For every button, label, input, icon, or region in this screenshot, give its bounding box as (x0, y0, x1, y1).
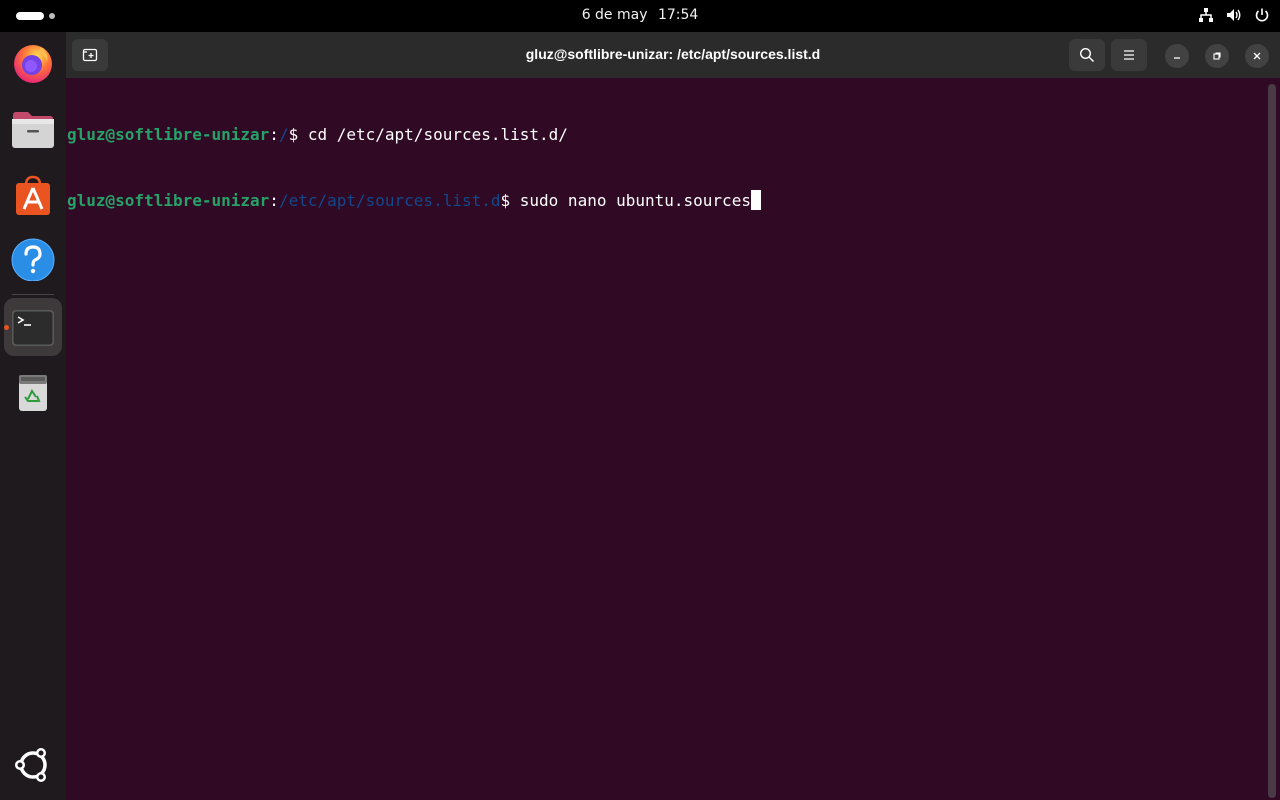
search-icon (1079, 47, 1095, 63)
prompt-symbol: $ (500, 191, 520, 210)
minimize-button[interactable] (1165, 44, 1189, 68)
prompt-path: /etc/apt/sources.list.d (278, 191, 501, 210)
firefox-icon (14, 45, 52, 83)
dock-app-center[interactable] (4, 166, 62, 224)
search-button[interactable] (1069, 39, 1105, 71)
maximize-button[interactable] (1205, 44, 1229, 68)
show-apps-button[interactable] (4, 736, 62, 794)
prompt-path: / (278, 125, 289, 144)
command-input[interactable]: sudo nano ubuntu.sources (520, 191, 751, 210)
menu-button[interactable] (1111, 39, 1147, 71)
prompt-separator: : (269, 191, 279, 210)
app-center-icon (16, 175, 50, 215)
help-icon (11, 238, 55, 281)
top-bar: 6 de may 17:54 (0, 0, 1280, 32)
close-icon (1253, 52, 1261, 60)
terminal-line: gluz@softlibre-unizar:/$ cd /etc/apt/sou… (67, 124, 1267, 146)
system-tray[interactable] (1198, 7, 1270, 23)
ubuntu-logo-icon (15, 748, 47, 782)
dock (0, 32, 66, 800)
text-cursor (750, 190, 761, 210)
minimize-icon (1174, 57, 1180, 59)
power-icon (1255, 8, 1269, 22)
clock-time: 17:54 (657, 7, 699, 23)
dock-firefox[interactable] (4, 34, 62, 92)
terminal-line: gluz@softlibre-unizar:/etc/apt/sources.l… (67, 190, 1267, 212)
terminal-scrollbar[interactable] (1268, 84, 1276, 798)
terminal-icon (12, 310, 54, 346)
close-button[interactable] (1245, 44, 1269, 68)
terminal-window[interactable]: gluz@softlibre-unizar: /etc/apt/sources.… (66, 32, 1280, 800)
files-icon (12, 112, 54, 148)
prompt-separator: : (269, 125, 279, 144)
dock-separator (12, 294, 54, 295)
restore-icon (1213, 52, 1221, 60)
running-indicator (4, 325, 9, 330)
dock-help[interactable] (4, 230, 62, 288)
prompt-user: gluz@softlibre-unizar (67, 191, 270, 210)
clock-date: 6 de may (581, 7, 648, 23)
prompt-symbol: $ (288, 125, 308, 144)
dock-files[interactable] (4, 100, 62, 158)
volume-icon (1227, 9, 1241, 21)
command-text: cd /etc/apt/sources.list.d/ (307, 125, 568, 144)
network-icon (1199, 8, 1213, 22)
dock-terminal[interactable] (4, 298, 62, 356)
terminal-headerbar[interactable]: gluz@softlibre-unizar: /etc/apt/sources.… (66, 32, 1280, 78)
hamburger-menu-icon (1124, 50, 1134, 60)
prompt-user: gluz@softlibre-unizar (67, 125, 270, 144)
dock-trash[interactable] (4, 362, 62, 420)
terminal-output[interactable]: gluz@softlibre-unizar:/$ cd /etc/apt/sou… (67, 80, 1267, 256)
trash-icon (19, 375, 47, 411)
clock[interactable]: 6 de may 17:54 (0, 7, 1280, 23)
